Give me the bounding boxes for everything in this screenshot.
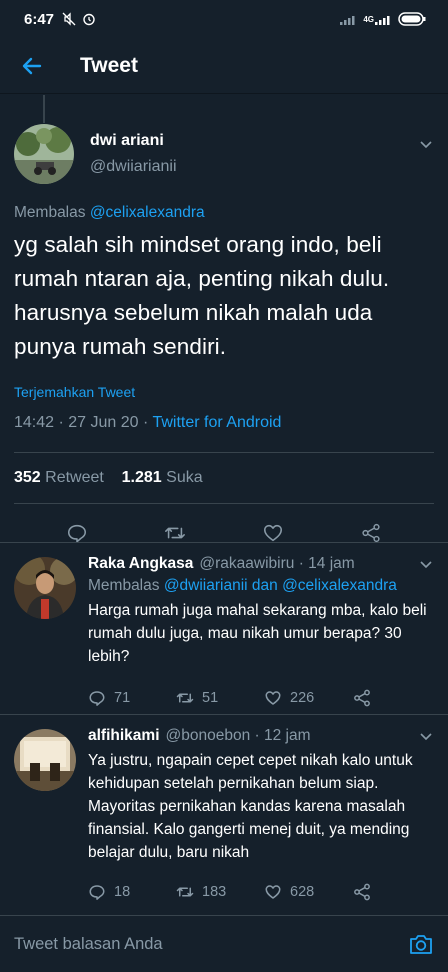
main-tweet: dwi ariani @dwiiarianii Membalas @celixa… bbox=[14, 124, 434, 562]
like-count: 226 bbox=[290, 690, 315, 706]
share-icon[interactable] bbox=[360, 522, 382, 544]
retweet-icon[interactable] bbox=[176, 689, 194, 707]
reply-icon[interactable] bbox=[88, 689, 106, 707]
reply-actions: 18 183 628 bbox=[88, 882, 434, 902]
reply-author-handle[interactable]: @bonoebon bbox=[166, 727, 251, 745]
reply-count: 71 bbox=[114, 690, 131, 706]
retweet-icon[interactable] bbox=[176, 883, 194, 901]
share-icon[interactable] bbox=[352, 882, 372, 902]
like-icon[interactable] bbox=[264, 689, 282, 707]
replying-to: Membalas @celixalexandra bbox=[14, 204, 434, 222]
translate-link[interactable]: Terjemahkan Tweet bbox=[14, 384, 434, 400]
like-label[interactable]: Suka bbox=[166, 469, 202, 486]
like-icon[interactable] bbox=[264, 883, 282, 901]
replying-to-link[interactable]: @dwiiarianii dan @celixalexandra bbox=[164, 577, 397, 594]
tweet-timestamp: 14:42 · 27 Jun 20 · bbox=[14, 414, 153, 431]
reply-text: Harga rumah juga mahal sekarang mba, kal… bbox=[88, 602, 427, 665]
page-title: Tweet bbox=[80, 53, 138, 77]
replying-prefix: Membalas bbox=[88, 577, 160, 594]
tweet-author: dwi ariani @dwiiarianii bbox=[14, 124, 434, 184]
like-count[interactable]: 1.281 bbox=[122, 469, 162, 486]
reply-input[interactable]: Tweet balasan Anda bbox=[14, 935, 163, 954]
reply-icon[interactable] bbox=[66, 522, 88, 544]
mute-icon bbox=[62, 12, 76, 26]
tweet-text: yg salah sih mindset orang indo, beli ru… bbox=[14, 232, 390, 359]
chevron-down-icon[interactable] bbox=[418, 728, 434, 744]
camera-icon[interactable] bbox=[408, 931, 434, 957]
author-handle[interactable]: @dwiiarianii bbox=[90, 158, 177, 176]
battery-icon bbox=[398, 12, 426, 26]
reply-author-handle[interactable]: @rakaawibiru bbox=[199, 555, 294, 573]
top-bar: Tweet bbox=[0, 38, 448, 94]
signal-icon-1 bbox=[340, 16, 355, 25]
retweet-action[interactable]: 183 bbox=[176, 883, 264, 901]
author-name[interactable]: dwi ariani bbox=[90, 132, 177, 150]
thread-connector bbox=[43, 95, 45, 123]
retweet-icon[interactable] bbox=[164, 522, 186, 544]
retweet-count: 51 bbox=[202, 690, 219, 706]
reply-time: · 12 jam bbox=[254, 727, 311, 744]
like-action[interactable]: 628 bbox=[264, 883, 352, 901]
retweet-count: 183 bbox=[202, 884, 227, 900]
retweet-count[interactable]: 352 bbox=[14, 469, 41, 486]
reply-action[interactable]: 18 bbox=[88, 883, 176, 901]
share-icon[interactable] bbox=[352, 688, 372, 708]
reply-count: 18 bbox=[114, 884, 131, 900]
reply-author-name[interactable]: Raka Angkasa bbox=[88, 555, 193, 573]
alarm-icon bbox=[83, 13, 95, 26]
signal-icon-2 bbox=[375, 16, 390, 25]
reply-action[interactable]: 71 bbox=[88, 689, 176, 707]
chevron-down-icon[interactable] bbox=[418, 136, 434, 152]
reply-tweet[interactable]: alfihikami @bonoebon · 12 jam Ya justru,… bbox=[0, 714, 448, 915]
tweet-source[interactable]: Twitter for Android bbox=[152, 414, 281, 431]
avatar[interactable] bbox=[14, 729, 76, 791]
network-type: 4G bbox=[363, 14, 374, 24]
reply-author-name[interactable]: alfihikami bbox=[88, 727, 160, 745]
avatar[interactable] bbox=[14, 557, 76, 619]
retweet-label[interactable]: Retweet bbox=[45, 469, 104, 486]
like-action[interactable]: 226 bbox=[264, 689, 352, 707]
reply-text: Ya justru, ngapain cepet cepet nikah kal… bbox=[88, 752, 413, 861]
like-icon[interactable] bbox=[262, 522, 284, 544]
replying-to: Membalas @dwiiarianii dan @celixalexandr… bbox=[88, 577, 434, 595]
tweet-stats: 352 Retweet 1.281 Suka bbox=[14, 453, 434, 503]
replying-prefix: Membalas bbox=[14, 204, 86, 221]
like-count: 628 bbox=[290, 884, 315, 900]
avatar[interactable] bbox=[14, 124, 74, 184]
reply-icon[interactable] bbox=[88, 883, 106, 901]
reply-compose-bar[interactable]: Tweet balasan Anda bbox=[0, 915, 448, 972]
status-time: 6:47 bbox=[24, 10, 55, 28]
reply-tweet[interactable]: Raka Angkasa @rakaawibiru · 14 jam Memba… bbox=[0, 542, 448, 714]
chevron-down-icon[interactable] bbox=[418, 556, 434, 572]
status-bar: 6:47 4G bbox=[0, 0, 448, 38]
back-arrow-icon[interactable] bbox=[20, 54, 44, 78]
replying-to-link[interactable]: @celixalexandra bbox=[90, 204, 205, 221]
tweet-meta: 14:42 · 27 Jun 20 · Twitter for Android bbox=[14, 414, 434, 432]
reply-time: · 14 jam bbox=[298, 555, 355, 572]
retweet-action[interactable]: 51 bbox=[176, 689, 264, 707]
reply-actions: 71 51 226 bbox=[88, 688, 434, 708]
